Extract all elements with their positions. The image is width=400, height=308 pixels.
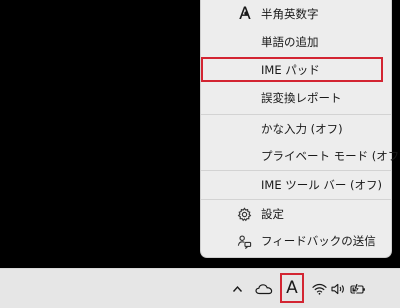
taskbar: A — [0, 268, 400, 308]
alphanumeric-mode-icon: A — [239, 4, 251, 24]
volume-icon[interactable] — [330, 269, 348, 308]
menu-item-add-word[interactable]: 単語の追加 — [201, 28, 391, 56]
feedback-icon — [236, 233, 252, 249]
menu-item-label: フィードバックの送信 — [261, 234, 376, 248]
ime-context-menu: • A 半角英数字 単語の追加 IME パッド 誤変換レポート かな入力 (オフ… — [200, 0, 400, 258]
battery-charging-icon[interactable] — [349, 269, 367, 308]
ime-mode-icon[interactable]: A — [280, 273, 304, 303]
menu-item-label: 設定 — [261, 207, 284, 221]
onedrive-cloud-icon[interactable] — [254, 269, 274, 308]
menu-item-send-feedback[interactable]: フィードバックの送信 — [201, 227, 391, 255]
chevron-up-icon[interactable] — [229, 269, 245, 308]
menu-item-ime-pad[interactable]: IME パッド — [201, 56, 391, 84]
menu-item-label: IME パッド — [261, 63, 320, 77]
gear-icon — [236, 206, 252, 222]
menu-item-label: プライベート モード (オフ) — [261, 149, 400, 163]
menu-item-label: IME ツール バー (オフ) — [261, 178, 383, 192]
menu-item-settings[interactable]: 設定 — [201, 200, 391, 228]
menu-item-ime-toolbar[interactable]: IME ツール バー (オフ) — [201, 171, 391, 199]
menu-item-label: 誤変換レポート — [261, 91, 342, 105]
menu-item-conversion-error-report[interactable]: 誤変換レポート — [201, 84, 391, 112]
wifi-icon[interactable] — [310, 269, 328, 308]
menu-item-label: 単語の追加 — [261, 35, 319, 49]
menu-item-half-width-alphanumeric[interactable]: • A 半角英数字 — [201, 0, 391, 28]
menu-item-private-mode[interactable]: プライベート モード (オフ) — [201, 142, 400, 170]
menu-item-kana-input[interactable]: かな入力 (オフ) — [201, 115, 391, 143]
menu-item-label: かな入力 (オフ) — [261, 122, 343, 136]
menu-item-label: 半角英数字 — [261, 7, 319, 21]
